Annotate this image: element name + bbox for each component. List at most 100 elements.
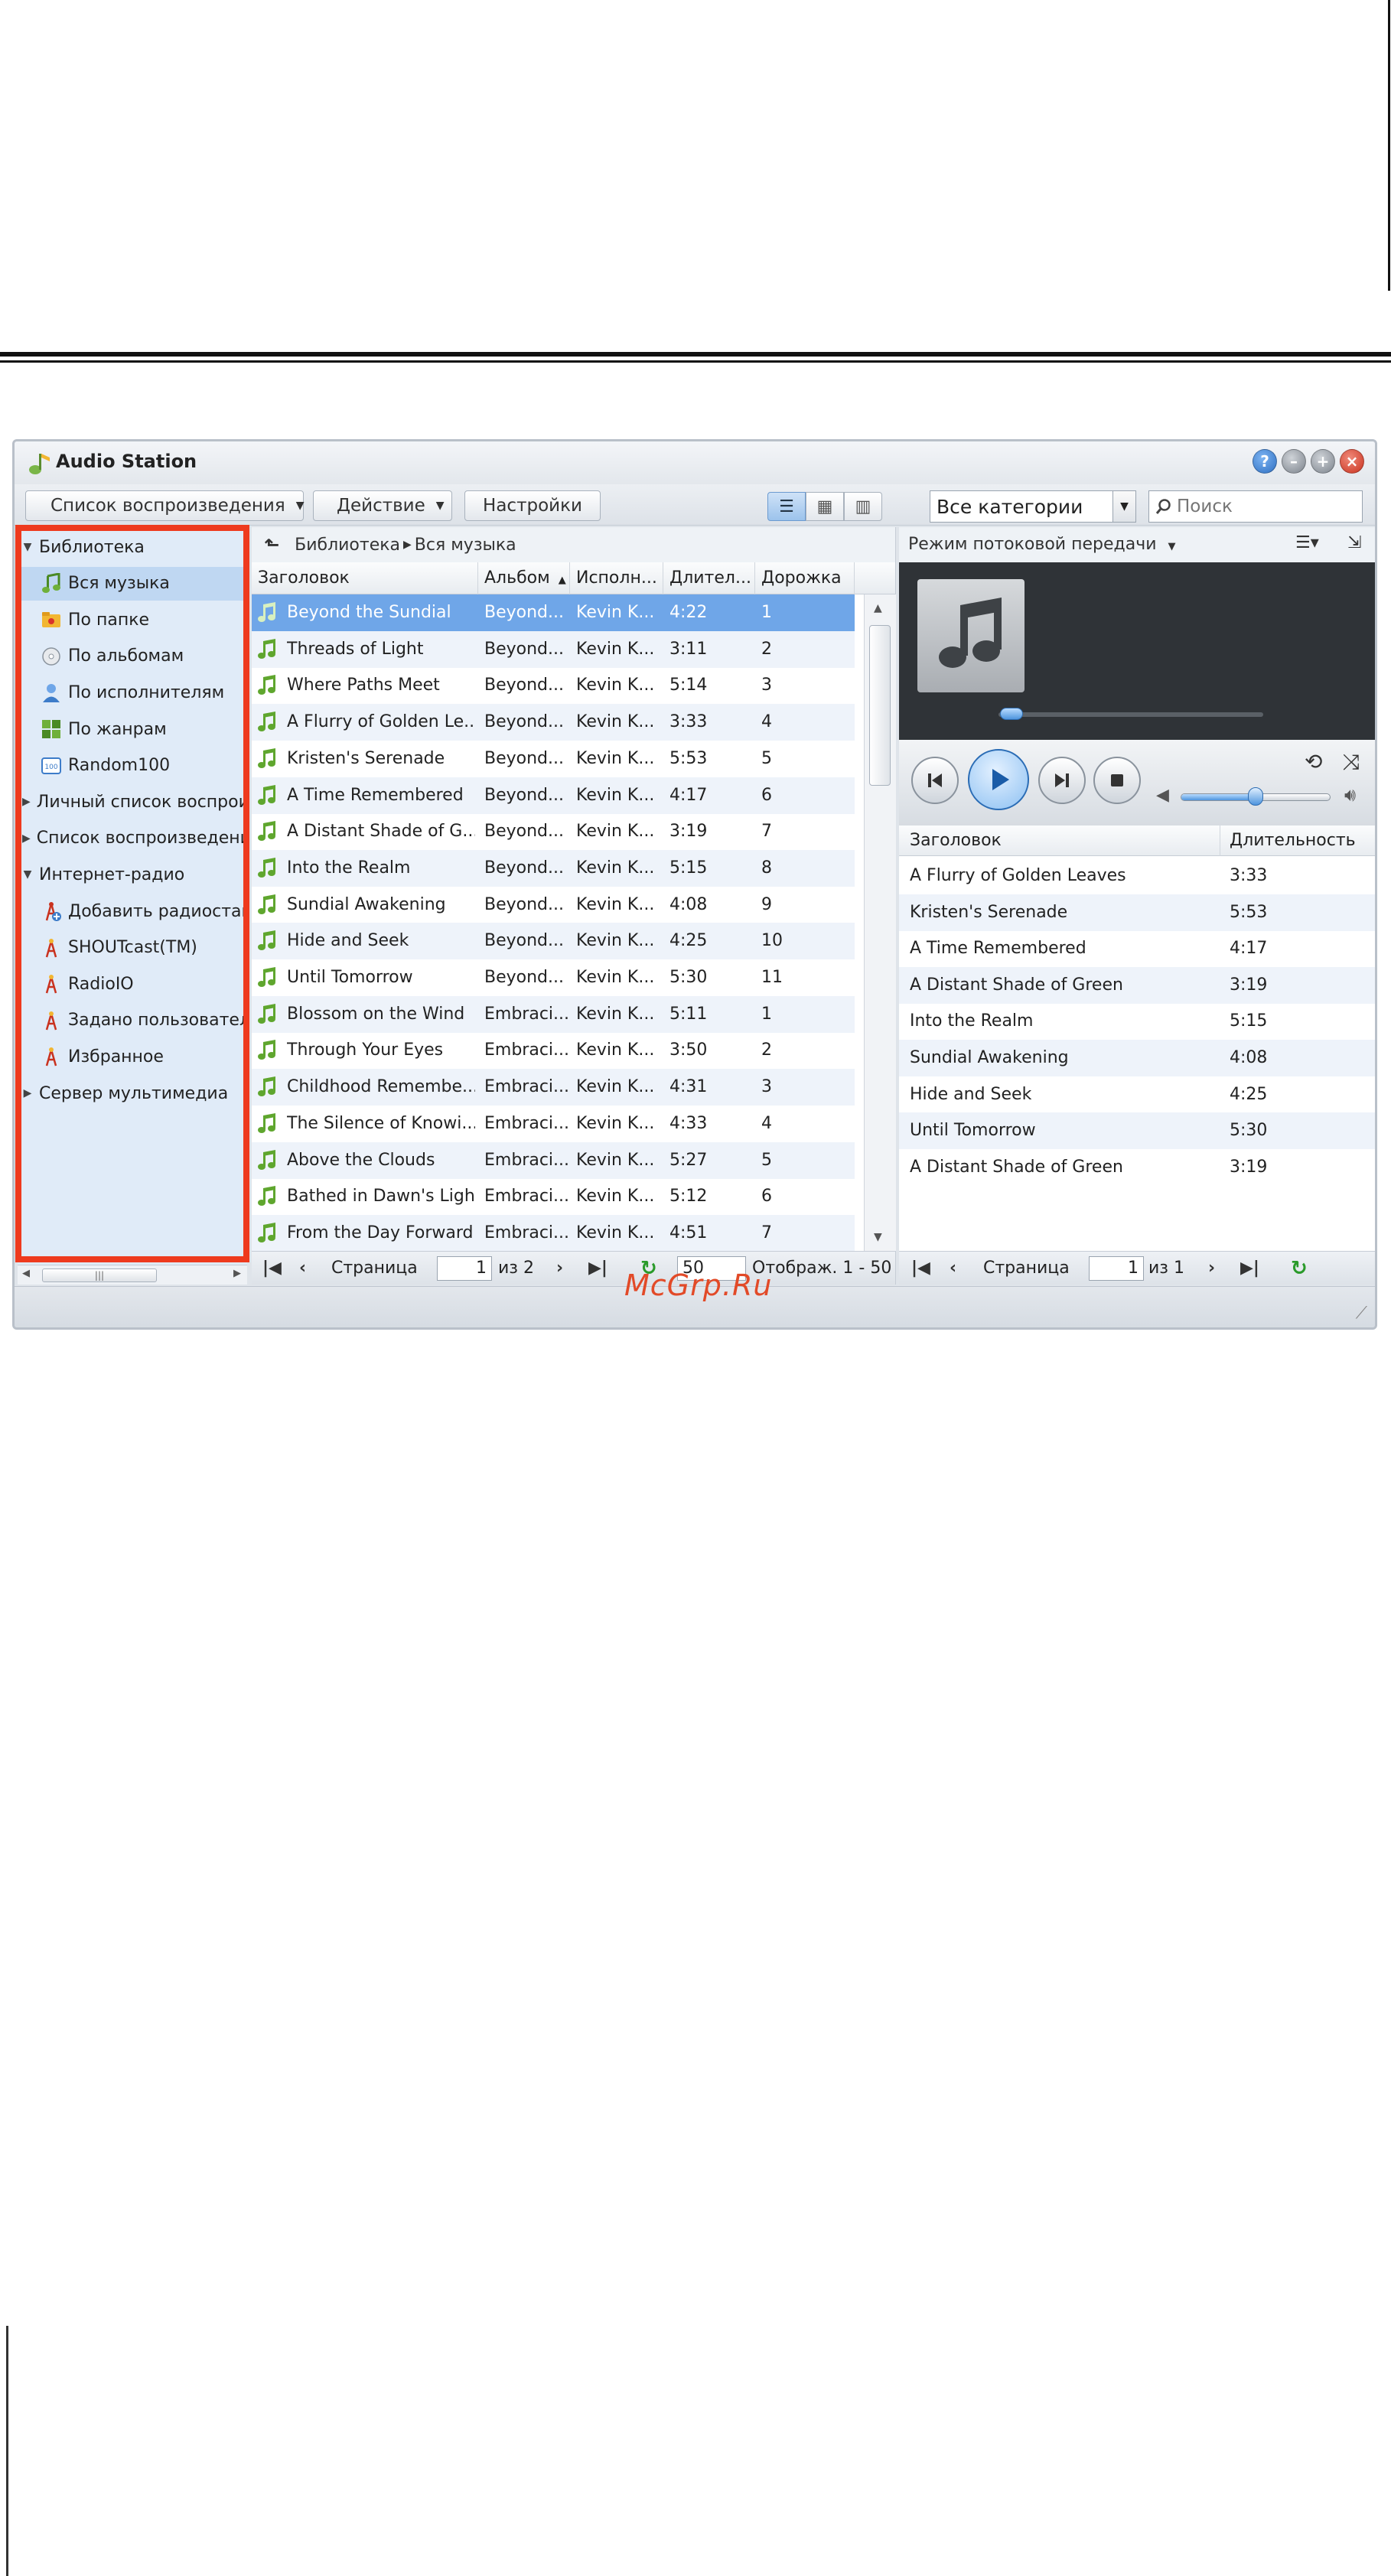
table-row[interactable]: Above the Clouds Embraci... Kevin K... 5:27… xyxy=(252,1141,855,1179)
queue-row[interactable]: A Flurry of Golden Leaves 3:33 xyxy=(899,858,1375,894)
track-duration-cell: 5:15 xyxy=(669,858,708,878)
queue-row[interactable]: A Distant Shade of Green 3:19 xyxy=(899,966,1375,1004)
queue-column-title[interactable]: Заголовок xyxy=(899,826,1220,856)
track-artist-cell: Kevin K... xyxy=(576,894,655,914)
list-view-icon[interactable]: ☰ xyxy=(767,492,806,521)
table-row[interactable]: A Time Remembered Beyond... Kevin K... 4:17… xyxy=(252,777,855,814)
table-row[interactable]: Blossom on the Wind Embraci... Kevin K... 5… xyxy=(252,995,855,1033)
action-button-label: Действие xyxy=(337,496,425,516)
table-row[interactable]: A Distant Shade of G... Beyond... Kevin K.… xyxy=(252,813,855,850)
streaming-mode-dropdown[interactable]: Режим потоковой передачи ▼ xyxy=(908,535,1176,554)
scrollbar-thumb[interactable]: ||| xyxy=(42,1268,157,1282)
play-button[interactable] xyxy=(968,749,1029,810)
table-row[interactable]: Sundial Awakening Beyond... Kevin K... 4:08… xyxy=(252,887,855,923)
queue-title-cell: A Time Remembered xyxy=(910,939,1086,959)
previous-track-button[interactable] xyxy=(911,757,959,804)
track-list-panel: ⬑ Библиотека ▶ Вся музыка Заголовок Альб… xyxy=(252,527,896,1285)
previous-page-icon[interactable]: ‹ xyxy=(950,1252,956,1285)
playlist-button[interactable]: Список воспроизведения ▼ xyxy=(25,490,305,521)
resize-grip-icon[interactable]: ⟋ xyxy=(1356,1304,1367,1323)
queue-row[interactable]: Until Tomorrow 5:30 xyxy=(899,1112,1375,1150)
up-arrow-icon[interactable]: ⬑ xyxy=(264,534,279,555)
table-row[interactable]: Where Paths Meet Beyond... Kevin K... 5:14 3 xyxy=(252,667,855,704)
page-rule-thin xyxy=(0,360,1391,363)
track-track-cell: 1 xyxy=(761,1004,772,1024)
page-number-input[interactable]: 1 xyxy=(437,1256,492,1281)
shuffle-icon[interactable]: ⤨ xyxy=(1343,749,1360,775)
next-page-icon[interactable]: › xyxy=(556,1252,563,1285)
table-row[interactable]: A Flurry of Golden Le... Beyond... Kevin K… xyxy=(252,704,855,741)
queue-title-cell: Hide and Seek xyxy=(910,1084,1032,1104)
page-number-input[interactable]: 1 xyxy=(1089,1256,1144,1281)
column-header-track[interactable]: Дорожка xyxy=(755,562,855,594)
scroll-down-icon[interactable]: ▼ xyxy=(874,1231,882,1243)
last-page-icon[interactable]: ▶| xyxy=(1240,1252,1259,1285)
table-row[interactable]: Until Tomorrow Beyond... Kevin K... 5:30 11 xyxy=(252,959,855,996)
table-row[interactable]: From the Day Forward Embraci... Kevin K...… xyxy=(252,1214,855,1251)
playlist-menu-icon[interactable]: ☰▾ xyxy=(1295,533,1319,552)
last-page-icon[interactable]: ▶| xyxy=(588,1252,608,1285)
volume-low-icon[interactable]: ◀ xyxy=(1156,786,1169,805)
track-duration-cell: 4:17 xyxy=(669,785,708,805)
column-header-duration[interactable]: Длител... xyxy=(663,562,755,594)
track-list-scrollbar[interactable]: ▲ ▼ xyxy=(864,594,896,1251)
table-row[interactable]: Through Your Eyes Embraci... Kevin K... 3:5… xyxy=(252,1032,855,1069)
repeat-icon[interactable]: ⟲ xyxy=(1305,749,1322,774)
scrollbar-thumb[interactable] xyxy=(869,625,891,786)
queue-row[interactable]: Kristen's Serenade 5:53 xyxy=(899,894,1375,931)
collapse-icon[interactable]: ⇲ xyxy=(1347,533,1361,552)
sidebar-horizontal-scrollbar[interactable]: ◀ ||| ▶ xyxy=(18,1265,247,1285)
grid-view-icon[interactable]: ▦ xyxy=(806,492,844,521)
playback-progress-track[interactable] xyxy=(998,712,1263,717)
table-row[interactable]: The Silence of Knowi... Embraci... Kevin K… xyxy=(252,1106,855,1142)
music-note-icon xyxy=(258,894,275,914)
track-artist-cell: Kevin K... xyxy=(576,968,655,987)
minimize-icon[interactable]: – xyxy=(1282,449,1306,474)
column-header-title[interactable]: Заголовок xyxy=(252,562,478,594)
table-row[interactable]: Kristen's Serenade Beyond... Kevin K... 5:5… xyxy=(252,741,855,777)
scroll-right-icon[interactable]: ▶ xyxy=(233,1268,241,1279)
maximize-icon[interactable]: + xyxy=(1311,449,1335,474)
table-row[interactable]: Childhood Remembe... Embraci... Kevin K...… xyxy=(252,1069,855,1106)
next-page-icon[interactable]: › xyxy=(1208,1252,1215,1285)
track-title-cell: Through Your Eyes xyxy=(287,1040,444,1060)
category-select[interactable]: Все категории ▼ xyxy=(930,490,1136,523)
stop-button[interactable] xyxy=(1093,757,1141,804)
chevron-down-icon[interactable]: ▼ xyxy=(1112,491,1135,522)
track-artist-cell: Kevin K... xyxy=(576,785,655,805)
breadcrumb-separator-icon: ▶ xyxy=(403,539,412,551)
first-page-icon[interactable]: |◀ xyxy=(262,1252,282,1285)
volume-knob[interactable] xyxy=(1248,787,1263,806)
window-title: Audio Station xyxy=(56,451,197,472)
volume-high-icon[interactable]: 🔊︎ xyxy=(1344,784,1356,806)
action-button[interactable]: Действие ▼ xyxy=(313,490,452,521)
scroll-left-icon[interactable]: ◀ xyxy=(22,1268,30,1279)
close-icon[interactable]: × xyxy=(1340,449,1364,474)
search-field[interactable] xyxy=(1148,490,1363,523)
playback-progress-knob[interactable] xyxy=(1000,708,1023,720)
queue-column-duration[interactable]: Длительность xyxy=(1220,826,1375,856)
help-icon[interactable]: ? xyxy=(1253,449,1277,474)
column-header-artist[interactable]: Исполн... xyxy=(570,562,663,594)
breadcrumb-item-library[interactable]: Библиотека xyxy=(295,536,400,555)
queue-row[interactable]: A Time Remembered 4:17 xyxy=(899,930,1375,967)
refresh-icon[interactable]: ↻ xyxy=(1291,1252,1308,1285)
column-header-album[interactable]: Альбом ▲ xyxy=(478,562,570,594)
track-track-cell: 10 xyxy=(761,931,783,951)
previous-page-icon[interactable]: ‹ xyxy=(299,1252,306,1285)
search-input[interactable] xyxy=(1177,497,1360,516)
queue-row[interactable]: Into the Realm 5:15 xyxy=(899,1003,1375,1040)
settings-button[interactable]: Настройки xyxy=(464,490,601,521)
table-row[interactable]: Hide and Seek Beyond... Kevin K... 4:25 10 xyxy=(252,923,855,960)
queue-row[interactable]: Hide and Seek 4:25 xyxy=(899,1076,1375,1113)
table-row[interactable]: Bathed in Dawn's Light Embraci... Kevin K.… xyxy=(252,1178,855,1215)
table-row[interactable]: Threads of Light Beyond... Kevin K... 3:11 2 xyxy=(252,630,855,668)
queue-row[interactable]: A Distant Shade of Green 3:19 xyxy=(899,1149,1375,1186)
scroll-up-icon[interactable]: ▲ xyxy=(874,602,882,614)
table-row[interactable]: Into the Realm Beyond... Kevin K... 5:15 8 xyxy=(252,849,855,887)
coverflow-view-icon[interactable]: ▥ xyxy=(844,492,882,521)
table-row[interactable]: Beyond the Sundial Beyond... Kevin K... 4:2… xyxy=(252,594,855,631)
next-track-button[interactable] xyxy=(1038,757,1086,804)
queue-row[interactable]: Sundial Awakening 4:08 xyxy=(899,1040,1375,1076)
first-page-icon[interactable]: |◀ xyxy=(911,1252,930,1285)
